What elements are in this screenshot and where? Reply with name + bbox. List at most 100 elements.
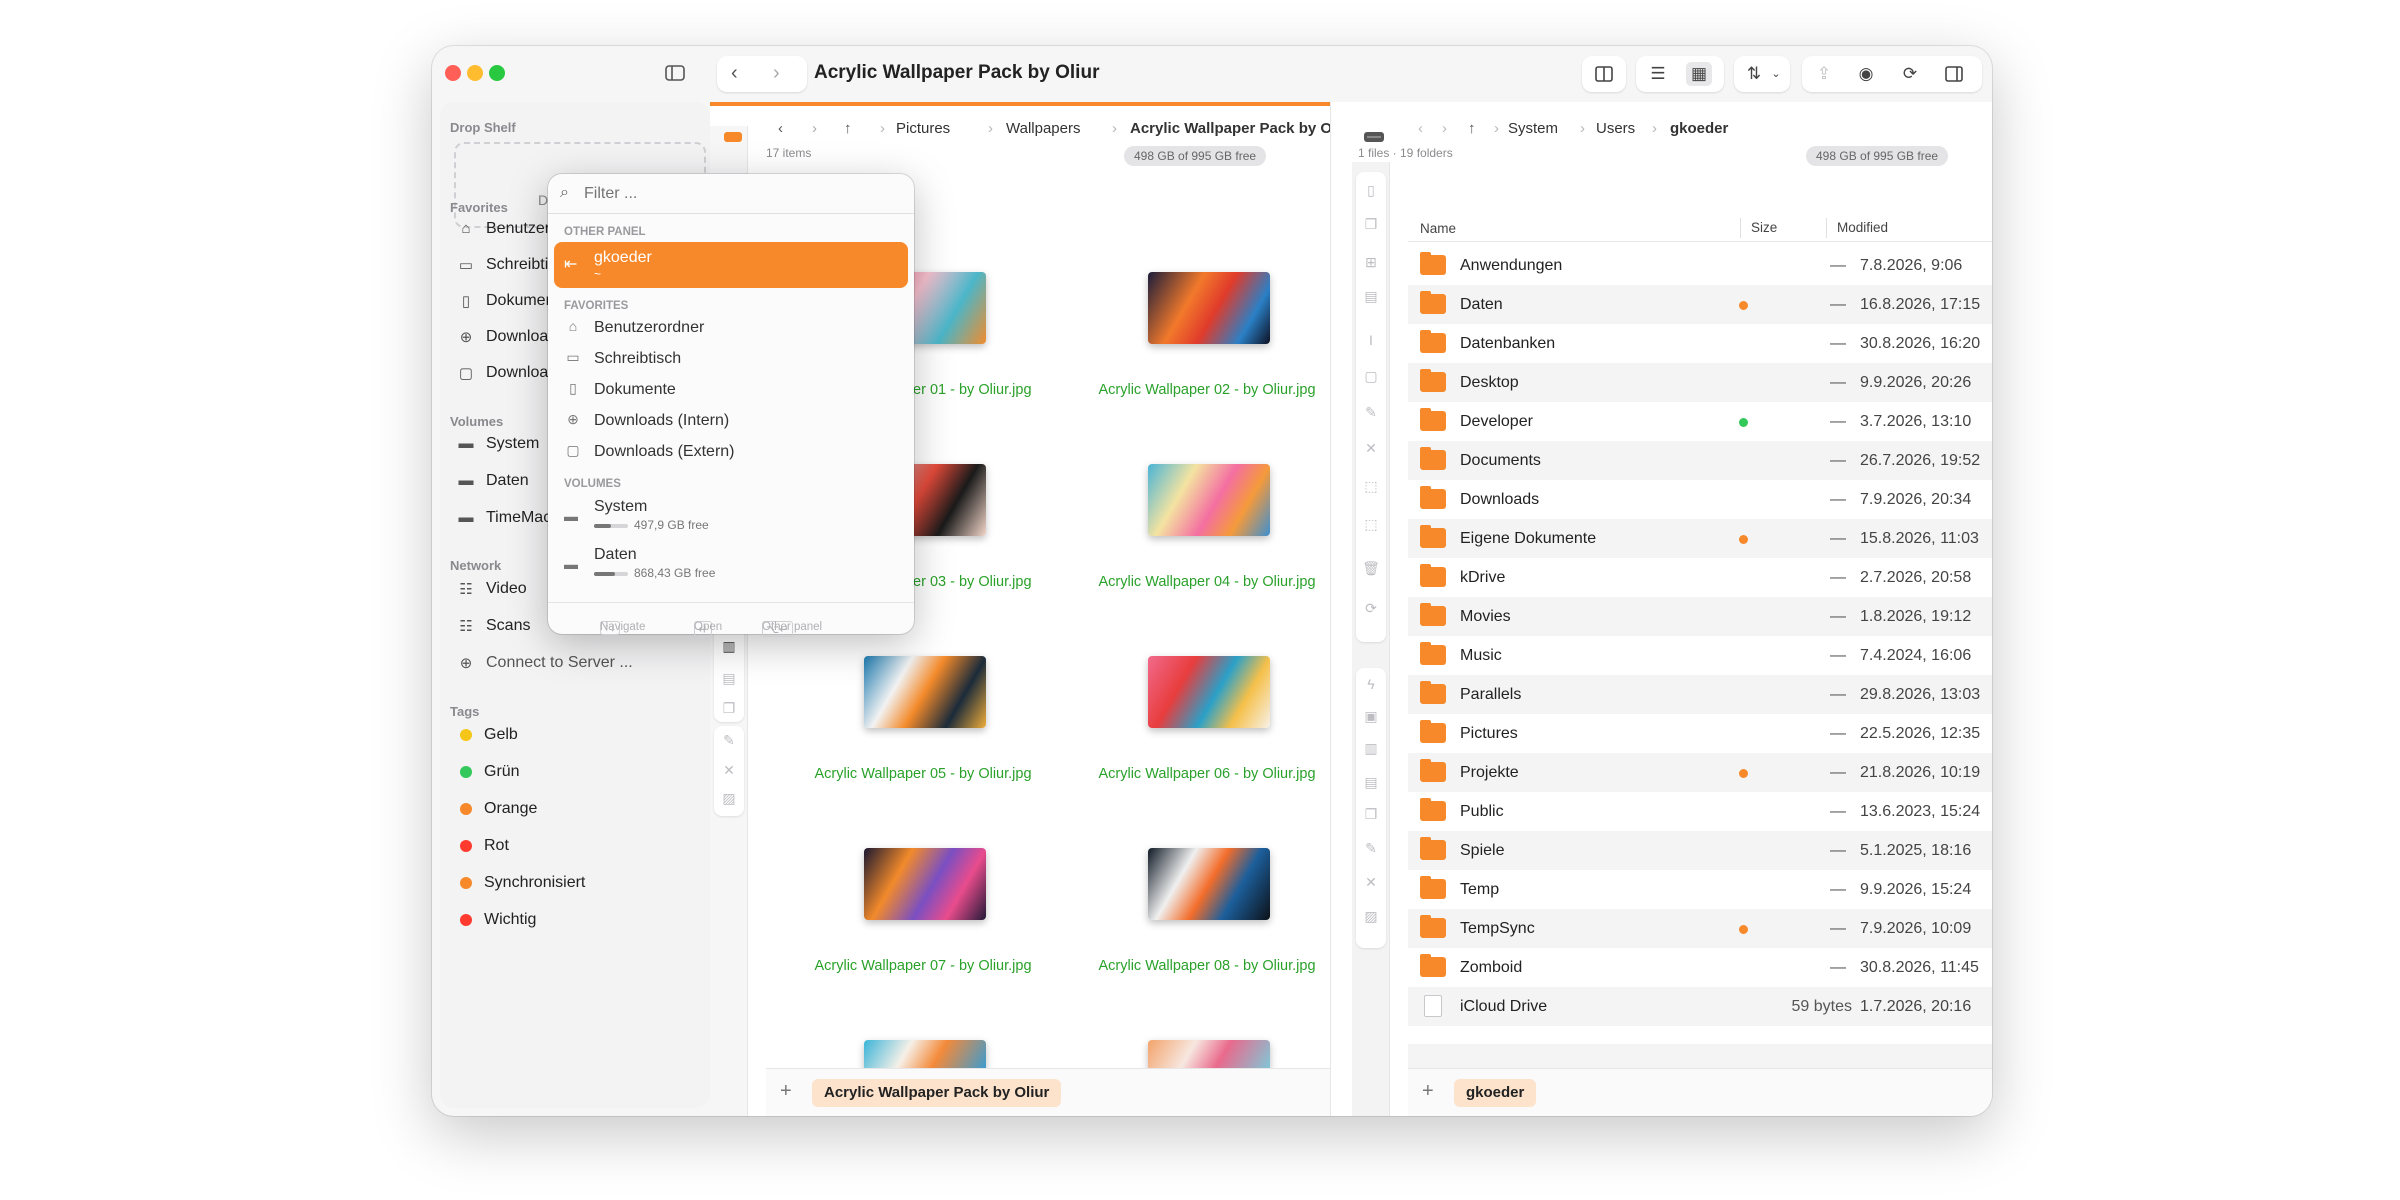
column-size[interactable]: Size xyxy=(1740,218,1777,238)
select-icon[interactable]: ⬚ xyxy=(1356,478,1386,495)
sidebar-toggle-icon[interactable] xyxy=(664,62,686,84)
file-name[interactable]: Acrylic Wallpaper 07 - by Oliur.jpg xyxy=(783,958,1063,974)
crumb-system[interactable]: System xyxy=(1508,120,1558,137)
compress-icon[interactable]: ▤ xyxy=(1356,774,1386,791)
inspector-icon[interactable] xyxy=(1944,64,1964,84)
popover-item-gkoeder[interactable]: ⇤ gkoeder ~ xyxy=(554,242,908,288)
tab-current[interactable]: gkoeder xyxy=(1454,1079,1537,1107)
image-icon[interactable]: ▨ xyxy=(714,790,744,807)
table-row[interactable]: Developer — 3.7.2026, 13:10 xyxy=(1408,402,1992,441)
table-row[interactable]: Desktop — 9.9.2026, 20:26 xyxy=(1408,363,1992,402)
table-row[interactable]: Temp — 9.9.2026, 15:24 xyxy=(1408,870,1992,909)
tools-icon[interactable]: ✕ xyxy=(1356,440,1386,457)
columns-icon[interactable]: ▥ xyxy=(714,638,744,655)
file-name[interactable]: Acrylic Wallpaper 08 - by Oliur.jpg xyxy=(1067,958,1347,974)
crumb-pictures[interactable]: Pictures xyxy=(896,120,950,137)
table-row[interactable]: Projekte — 21.8.2026, 10:19 xyxy=(1408,753,1992,792)
back-icon[interactable]: ‹ xyxy=(778,120,783,137)
dual-pane-toggle[interactable] xyxy=(1582,56,1626,92)
table-row[interactable]: Anwendungen — 7.8.2026, 9:06 xyxy=(1408,246,1992,285)
add-tab-icon[interactable]: + xyxy=(1422,1080,1434,1103)
table-row[interactable]: Daten — 16.8.2026, 17:15 xyxy=(1408,285,1992,324)
tag-wichtig[interactable]: Wichtig xyxy=(456,905,536,935)
refresh-icon[interactable]: ⟳ xyxy=(1356,600,1386,617)
sort-icon[interactable]: ⇅ xyxy=(1744,64,1764,84)
thumbnail[interactable] xyxy=(1148,656,1270,728)
sort-button[interactable]: ⇅ ⌄ xyxy=(1734,56,1790,92)
table-row[interactable]: Public — 13.6.2023, 15:24 xyxy=(1408,792,1992,831)
pane-divider[interactable] xyxy=(1330,102,1352,1116)
thumbnail[interactable] xyxy=(864,656,986,728)
back-icon[interactable]: ‹ xyxy=(1418,120,1423,137)
compress-icon[interactable]: ▤ xyxy=(714,670,744,687)
table-row[interactable]: Movies — 1.8.2026, 19:12 xyxy=(1408,597,1992,636)
tag-gelb[interactable]: Gelb xyxy=(456,720,518,750)
sidebar-item-system[interactable]: ▬ System xyxy=(456,429,540,459)
table-row[interactable]: Music — 7.4.2024, 16:06 xyxy=(1408,636,1992,675)
table-row[interactable]: Documents — 26.7.2026, 19:52 xyxy=(1408,441,1992,480)
thumbnail[interactable] xyxy=(1148,1040,1270,1070)
forward-icon[interactable]: › xyxy=(1442,120,1447,137)
list-view-icon[interactable]: ☰ xyxy=(1648,64,1668,84)
crumb-current[interactable]: gkoeder xyxy=(1670,120,1728,137)
connect-to-server-button[interactable]: ⊕ Connect to Server ... xyxy=(456,648,633,678)
forward-icon[interactable]: › xyxy=(773,62,780,85)
sync-icon[interactable]: ⟳ xyxy=(1900,64,1920,84)
tag-rot[interactable]: Rot xyxy=(456,831,509,861)
sidebar-item-daten[interactable]: ▬ Daten xyxy=(456,466,529,496)
crumb-wallpapers[interactable]: Wallpapers xyxy=(1006,120,1080,137)
parent-folder-icon[interactable]: ↑ xyxy=(844,120,852,137)
table-row[interactable]: Pictures — 22.5.2026, 12:35 xyxy=(1408,714,1992,753)
thumbnail[interactable] xyxy=(1148,272,1270,344)
tag-orange[interactable]: Orange xyxy=(456,794,537,824)
sidebar-item-scans[interactable]: ☷ Scans xyxy=(456,611,530,641)
file-name[interactable]: Acrylic Wallpaper 02 - by Oliur.jpg xyxy=(1067,382,1347,398)
tag-gruen[interactable]: Grün xyxy=(456,757,520,787)
tab-current[interactable]: Acrylic Wallpaper Pack by Oliur xyxy=(812,1079,1062,1107)
volume-icon[interactable] xyxy=(1362,128,1386,146)
copy-icon[interactable]: ❐ xyxy=(714,700,744,717)
trash-icon[interactable]: 🗑 xyxy=(1356,560,1386,577)
table-row[interactable]: Downloads — 7.9.2026, 20:34 xyxy=(1408,480,1992,519)
add-tab-icon[interactable]: + xyxy=(780,1080,792,1103)
file-name[interactable]: Acrylic Wallpaper 04 - by Oliur.jpg xyxy=(1067,574,1347,590)
column-modified[interactable]: Modified xyxy=(1826,218,1888,238)
edit-icon[interactable]: ✎ xyxy=(1356,404,1386,421)
share-icon[interactable]: ⇪ xyxy=(1814,64,1834,84)
table-row[interactable]: kDrive — 2.7.2026, 20:58 xyxy=(1408,558,1992,597)
table-row[interactable]: Spiele — 5.1.2025, 18:16 xyxy=(1408,831,1992,870)
thumbnail[interactable] xyxy=(1148,848,1270,920)
edit-icon[interactable]: ✎ xyxy=(1356,840,1386,857)
grid-view-icon[interactable]: ▦ xyxy=(1686,62,1712,86)
table-row[interactable]: Eigene Dokumente — 15.8.2026, 11:03 xyxy=(1408,519,1992,558)
file-name[interactable]: Acrylic Wallpaper 06 - by Oliur.jpg xyxy=(1067,766,1347,782)
rename-icon[interactable]: I xyxy=(1356,332,1386,348)
filter-input[interactable] xyxy=(584,182,884,206)
back-icon[interactable]: ‹ xyxy=(731,62,738,85)
folder-icon[interactable]: ▢ xyxy=(1356,368,1386,385)
tools-icon[interactable]: ✕ xyxy=(1356,874,1386,891)
crumb-users[interactable]: Users xyxy=(1596,120,1635,137)
image-icon[interactable]: ▨ xyxy=(1356,908,1386,925)
table-row[interactable]: Zomboid — 30.8.2026, 11:45 xyxy=(1408,948,1992,987)
crumb-current[interactable]: Acrylic Wallpaper Pack by Oliur xyxy=(1130,120,1355,137)
minimize-window-button[interactable] xyxy=(467,65,483,81)
table-row[interactable]: iCloud Drive 59 bytes 1.7.2026, 20:16 xyxy=(1408,987,1992,1026)
sidebar-item-video[interactable]: ☷ Video xyxy=(456,574,526,604)
archive-icon[interactable]: ▤ xyxy=(1356,288,1386,305)
forward-icon[interactable]: › xyxy=(812,120,817,137)
hidden-files-icon[interactable]: ◉ xyxy=(1856,64,1876,84)
bolt-icon[interactable]: ϟ xyxy=(1356,676,1386,692)
new-file-icon[interactable]: ▯ xyxy=(1356,182,1386,199)
table-row[interactable]: Datenbanken — 30.8.2026, 16:20 xyxy=(1408,324,1992,363)
volume-icon[interactable] xyxy=(722,128,744,146)
close-window-button[interactable] xyxy=(445,65,461,81)
thumbnail[interactable] xyxy=(864,1040,986,1070)
terminal-icon[interactable]: ▣ xyxy=(1356,708,1386,725)
table-row[interactable]: Parallels — 29.8.2026, 13:03 xyxy=(1408,675,1992,714)
thumbnail[interactable] xyxy=(864,848,986,920)
tools-icon[interactable]: ✕ xyxy=(714,762,744,779)
table-row[interactable]: TempSync — 7.9.2026, 10:09 xyxy=(1408,909,1992,948)
add-icon[interactable]: ⊞ xyxy=(1356,254,1386,271)
tag-synchronisiert[interactable]: Synchronisiert xyxy=(456,868,585,898)
